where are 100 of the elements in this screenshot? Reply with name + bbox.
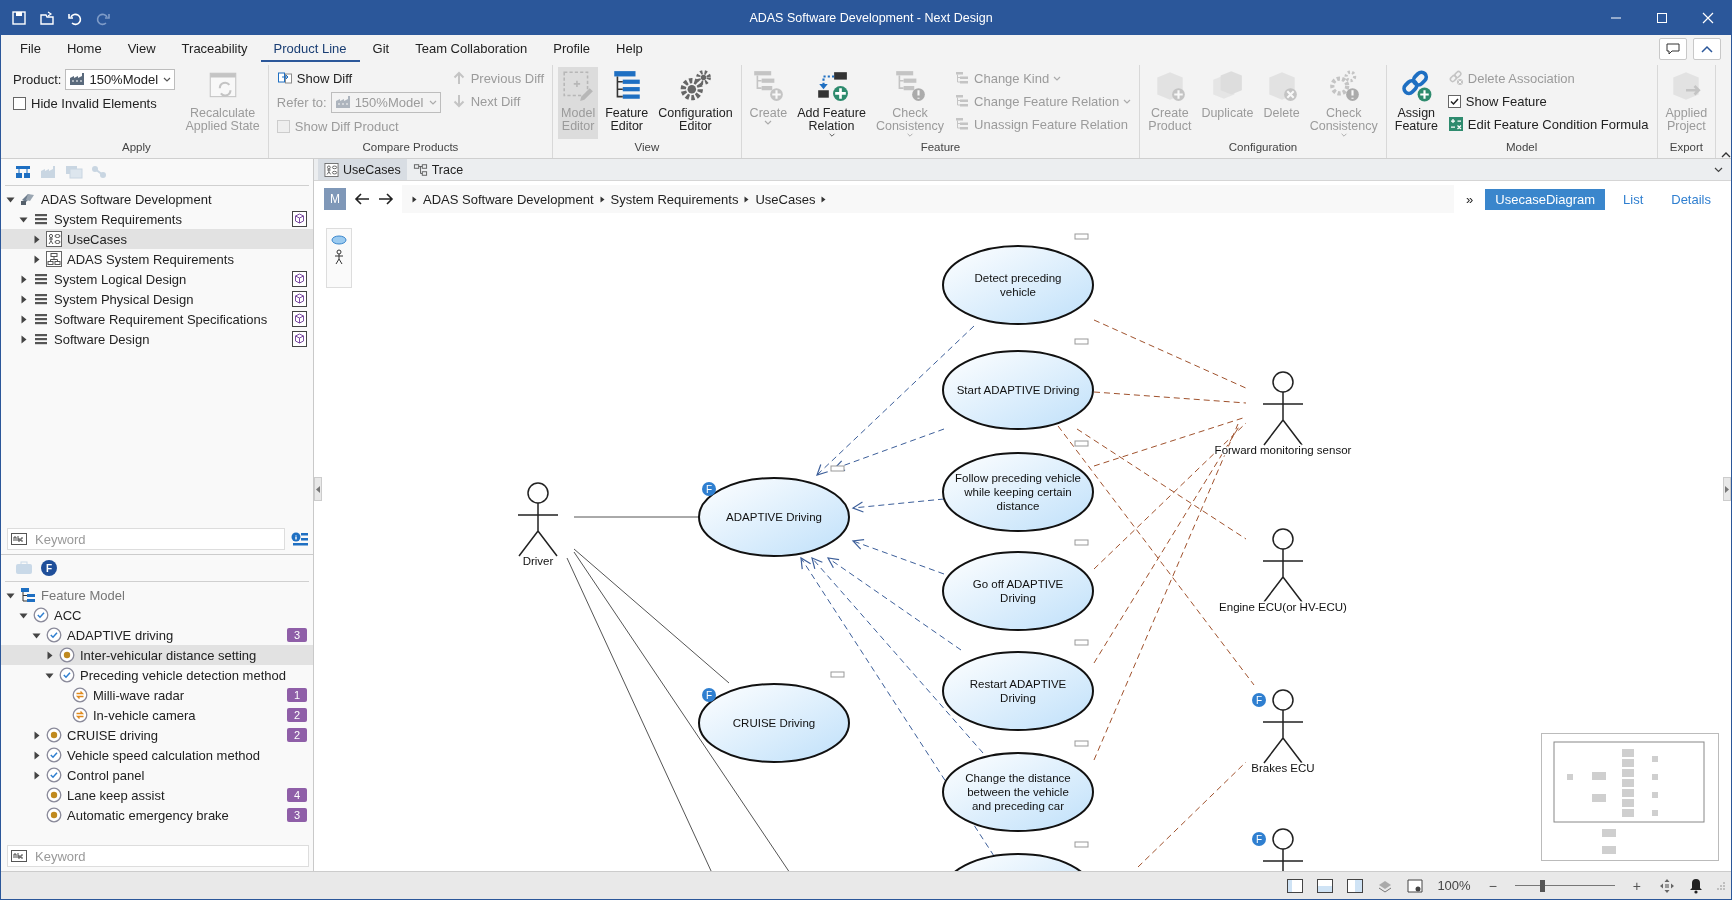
actor-figure[interactable] — [1262, 528, 1304, 603]
display-mode-tab[interactable]: UsecaseDiagram — [1485, 188, 1605, 210]
expander-icon[interactable] — [19, 274, 28, 284]
expander-icon[interactable] — [19, 294, 28, 304]
document-tab[interactable]: UseCases — [318, 159, 407, 180]
expander-icon[interactable] — [19, 314, 28, 324]
use-case-ellipse[interactable] — [942, 452, 1094, 532]
tree-item[interactable]: CRUISE driving 2 — [1, 725, 313, 745]
tree-item[interactable]: Preceding vehicle detection method — [1, 665, 313, 685]
checkbox[interactable]: Show Feature — [1444, 90, 1652, 112]
actor-figure[interactable] — [517, 482, 559, 557]
tree-item[interactable]: Inter-vehicular distance setting — [1, 645, 313, 665]
menu-tab[interactable]: Traceability — [168, 36, 261, 62]
fit-button[interactable] — [1659, 877, 1675, 894]
checkbox[interactable]: Hide Invalid Elements — [10, 92, 179, 114]
ribbon-button[interactable]: Configuration Editor — [655, 67, 736, 139]
expander-icon[interactable] — [45, 650, 54, 660]
ribbon-button[interactable]: Edit Feature Condition Formula — [1444, 113, 1652, 135]
menu-tab[interactable]: Profile — [540, 36, 604, 62]
tree-item[interactable]: ADAPTIVE driving 3 — [1, 625, 313, 645]
breadcrumb-item[interactable]: ADAS Software Development — [423, 191, 594, 207]
node-handle[interactable] — [1074, 740, 1089, 747]
tab-menu-button[interactable] — [1714, 166, 1723, 173]
dropdown-field[interactable]: 150%Model — [65, 68, 176, 90]
more-button[interactable]: » — [1462, 191, 1478, 207]
ribbon-button[interactable]: Add Feature Relation — [794, 67, 869, 139]
tree-item[interactable]: Automatic emergency brake 3 — [1, 805, 313, 825]
expander-icon[interactable] — [32, 730, 41, 740]
use-case-ellipse[interactable] — [698, 477, 850, 557]
collapse-ribbon-button[interactable] — [1693, 38, 1721, 60]
use-case-ellipse[interactable] — [698, 683, 850, 763]
tree-item[interactable]: ADAS Software Development — [1, 189, 313, 209]
tree-item[interactable]: Vehicle speed calculation method — [1, 745, 313, 765]
tree-item[interactable]: Software Requirement Specifications — [1, 309, 313, 329]
use-case-ellipse[interactable] — [942, 245, 1094, 325]
slider-thumb[interactable] — [1539, 879, 1545, 892]
display-mode-tab[interactable]: Details — [1661, 188, 1721, 210]
menu-tab[interactable]: View — [114, 36, 169, 62]
zoom-out-button[interactable]: − — [1484, 877, 1501, 894]
tree-item[interactable]: Feature Model — [1, 585, 313, 605]
actor-figure[interactable] — [1262, 828, 1304, 871]
tree-item[interactable]: Milli-wave radar 1 — [1, 685, 313, 705]
use-case-ellipse[interactable] — [942, 350, 1094, 430]
ribbon-button[interactable]: Show Diff — [273, 67, 444, 89]
menu-tab[interactable]: Home — [53, 36, 115, 62]
menu-tab[interactable]: File — [7, 36, 54, 62]
node-handle[interactable] — [830, 465, 845, 472]
node-handle[interactable] — [830, 671, 845, 678]
filter-button[interactable] — [291, 531, 309, 547]
display-mode-tab[interactable]: List — [1613, 188, 1654, 210]
node-handle[interactable] — [1074, 841, 1089, 848]
tree-item[interactable]: ADAS System Requirements — [1, 249, 313, 269]
collapse-handle[interactable] — [1723, 477, 1731, 501]
tree-item[interactable]: System Physical Design — [1, 289, 313, 309]
tree-item[interactable]: System Requirements — [1, 209, 313, 229]
back-arrow-button[interactable] — [354, 192, 370, 206]
search-field[interactable]: Keyword — [7, 845, 309, 867]
expander-icon[interactable] — [32, 750, 41, 760]
tree-item[interactable]: Lane keep assist 4 — [1, 785, 313, 805]
actor-tool[interactable] — [334, 249, 344, 265]
expander-icon[interactable] — [19, 334, 28, 344]
breadcrumb-item[interactable]: System Requirements — [610, 191, 739, 207]
settings-window-button[interactable] — [1407, 878, 1424, 893]
expander-icon[interactable] — [32, 234, 41, 244]
ribbon-button[interactable]: Assign Feature — [1391, 67, 1441, 139]
layout-columns-button[interactable] — [1347, 878, 1364, 893]
actor-figure[interactable] — [1262, 689, 1304, 764]
layout-split-button[interactable] — [1317, 878, 1334, 893]
node-handle[interactable] — [1074, 233, 1089, 240]
tree-item[interactable]: ACC — [1, 605, 313, 625]
menu-tab[interactable]: Team Collaboration — [402, 36, 541, 62]
node-handle[interactable] — [1074, 338, 1089, 345]
tree-item[interactable]: Software Design — [1, 329, 313, 349]
zoom-slider[interactable] — [1514, 878, 1615, 893]
notification-button[interactable] — [1689, 877, 1703, 894]
node-handle[interactable] — [1074, 639, 1089, 646]
search-input[interactable]: Keyword — [33, 530, 284, 548]
comment-button[interactable] — [1659, 38, 1687, 60]
ribbon-button[interactable]: Feature Editor — [602, 67, 652, 139]
tree-item[interactable]: In-vehicle camera 2 — [1, 705, 313, 725]
use-case-ellipse[interactable] — [942, 651, 1094, 731]
use-case-ellipse[interactable] — [942, 551, 1094, 631]
tree-item[interactable]: System Logical Design — [1, 269, 313, 289]
forward-arrow-button[interactable] — [378, 192, 394, 206]
use-case-ellipse[interactable] — [942, 752, 1094, 832]
collapse-button[interactable] — [1721, 151, 1731, 158]
expander-icon[interactable] — [32, 770, 41, 780]
search-field[interactable]: Keyword — [7, 528, 285, 550]
save-button[interactable] — [11, 10, 27, 26]
zoom-in-button[interactable]: + — [1628, 877, 1645, 894]
tree-item[interactable]: UseCases — [1, 229, 313, 249]
tree-item[interactable]: Control panel — [1, 765, 313, 785]
layout-left-button[interactable] — [1287, 878, 1304, 893]
open-button[interactable] — [39, 10, 55, 26]
breadcrumb-item[interactable]: UseCases — [755, 191, 816, 207]
collapse-handle[interactable] — [314, 477, 322, 501]
node-handle[interactable] — [1074, 539, 1089, 546]
actor-figure[interactable] — [1262, 371, 1304, 446]
menu-tab[interactable]: Product Line — [260, 36, 360, 62]
use-case-tool[interactable] — [331, 235, 347, 245]
